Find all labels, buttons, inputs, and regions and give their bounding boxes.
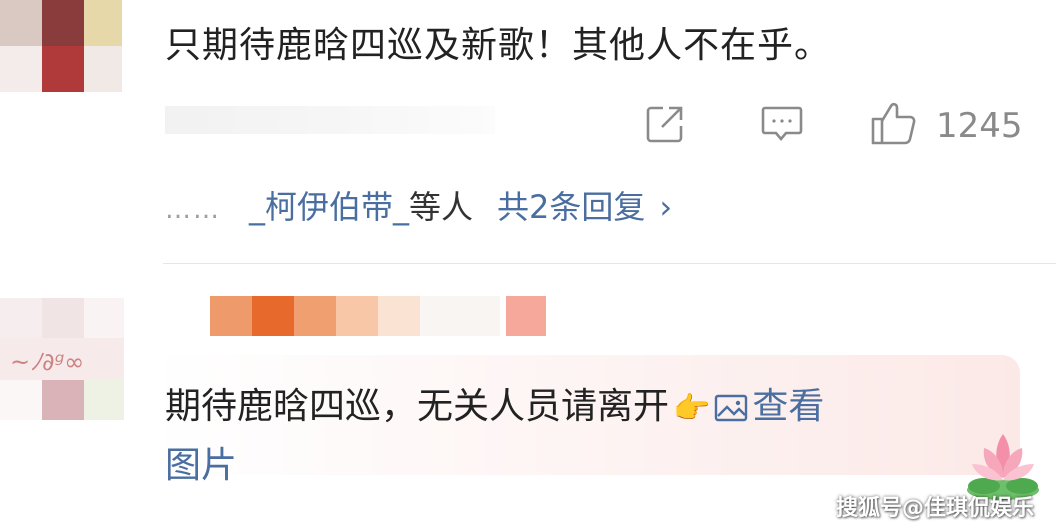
- username-blurred[interactable]: [210, 296, 560, 336]
- share-icon[interactable]: [645, 104, 685, 144]
- replies-suffix: 等人: [409, 188, 474, 226]
- avatar[interactable]: ~ﾉ∂ᵍ∞: [0, 298, 124, 420]
- replies-link[interactable]: …… _柯伊伯带_等人 共2条回复 ›: [165, 182, 672, 228]
- avatar-scribble: ~ﾉ∂ᵍ∞: [10, 348, 85, 376]
- comment-text-line1: 期待鹿晗四巡，无关人员请离开: [165, 386, 670, 427]
- comment-icon[interactable]: [760, 104, 804, 144]
- view-image-label-2[interactable]: 图片: [165, 436, 237, 488]
- view-image-label-1[interactable]: 查看: [752, 386, 824, 427]
- comment-text: 期待鹿晗四巡，无关人员请离开 👉 查看: [165, 377, 824, 429]
- comment-text: 只期待鹿晗四巡及新歌！其他人不在乎。: [165, 25, 832, 66]
- like-count: 1245: [936, 106, 1023, 146]
- pointing-hand-emoji: 👉: [673, 390, 711, 426]
- divider: [163, 263, 1056, 264]
- reply-count[interactable]: 共2条回复: [497, 188, 645, 226]
- view-image-link[interactable]: 查看: [714, 386, 824, 427]
- chevron-right-icon[interactable]: ›: [659, 188, 672, 226]
- thumbs-up-icon[interactable]: [870, 100, 918, 146]
- avatar[interactable]: [0, 0, 122, 92]
- watermark: 搜狐号@佳琪侃娱乐: [836, 496, 1035, 521]
- replies-dots: ……: [165, 195, 221, 225]
- reply-user-names[interactable]: _柯伊伯带_: [249, 188, 409, 226]
- image-icon: [714, 390, 748, 422]
- comment-meta-blurred: [165, 106, 495, 134]
